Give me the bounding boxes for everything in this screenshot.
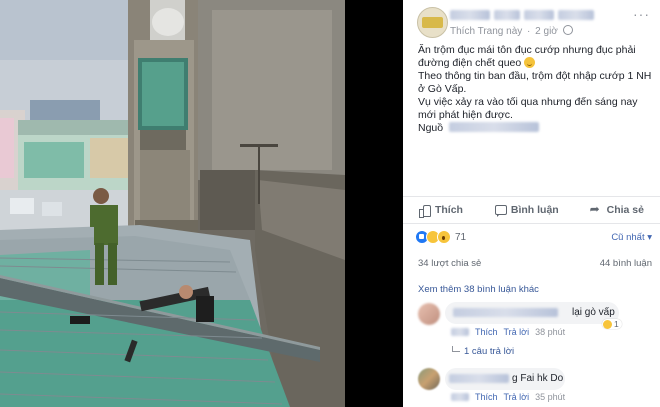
comment-bubble: lại gò vấp	[445, 302, 619, 324]
meta-dot: ·	[527, 26, 531, 37]
post-actions: Thích Bình luận Chia sẻ	[403, 196, 660, 224]
post-stats: 34 lượt chia sẻ 44 bình luận	[418, 258, 652, 269]
reply-arrow-icon	[452, 346, 460, 352]
commenter-name-blurred[interactable]	[449, 374, 509, 383]
like-page-link[interactable]: Thích Trang này	[450, 26, 522, 37]
share-button[interactable]: Chia sẻ	[590, 202, 644, 217]
view-more-comments-link[interactable]: Xem thêm 38 bình luận khác	[418, 284, 539, 295]
source-blurred	[449, 122, 540, 132]
comment-time[interactable]: 35 phút	[535, 392, 565, 402]
post-time[interactable]: 2 giờ	[535, 26, 558, 37]
post-photo[interactable]	[0, 0, 403, 407]
like-button[interactable]: Thích	[418, 204, 463, 218]
rooftop-scene-image	[0, 0, 403, 407]
comment-text: lại gò vấp	[572, 307, 615, 318]
thumbs-up-icon	[418, 204, 431, 218]
commenter-avatar[interactable]	[418, 368, 440, 390]
post-text-line-1: Ăn trộm đục mái tôn đục cướp nhưng đục p…	[418, 44, 636, 69]
comment-like-link[interactable]: Thích	[475, 392, 498, 402]
comment-like-link[interactable]: Thích	[475, 327, 498, 337]
haha-reaction-icon	[603, 319, 612, 329]
more-options-icon[interactable]: ···	[633, 6, 650, 22]
comment-reply-link[interactable]: Trả lời	[504, 327, 530, 337]
share-icon	[590, 202, 602, 216]
comment-meta: Thích Trả lời 35 phút	[451, 392, 565, 402]
comment-count[interactable]: 44 bình luận	[600, 258, 652, 269]
reactions-summary[interactable]: 71	[415, 230, 466, 244]
post-text-line-3: Vụ việc xảy ra vào tối qua nhưng đến sán…	[418, 96, 638, 121]
reaction-count: 71	[455, 231, 467, 243]
comment-text: g Fai hk Do	[512, 373, 564, 384]
smile-emoji-icon	[524, 57, 536, 68]
wow-reaction-icon	[437, 230, 451, 244]
page-avatar[interactable]	[417, 7, 448, 38]
globe-icon	[562, 25, 573, 35]
commenter-avatar[interactable]	[418, 303, 440, 325]
post-text-line-2: Theo thông tin ban đầu, trộm đột nhập cư…	[418, 70, 652, 95]
comment-reply-link[interactable]: Trả lời	[504, 392, 530, 402]
comment-meta: Thích Trả lời 38 phút	[451, 327, 565, 337]
post-source: Nguồ	[418, 122, 653, 135]
comment-time[interactable]: 38 phút	[535, 327, 565, 337]
post-meta: Thích Trang này · 2 giờ	[450, 25, 573, 37]
page-name-blurred[interactable]	[450, 10, 598, 22]
comment-reaction-badge[interactable]: 1	[602, 319, 622, 329]
commenter-name-blurred[interactable]	[453, 308, 558, 317]
comment-bubble: g Fai hk Do	[445, 368, 565, 390]
comment-sort-dropdown[interactable]: Cũ nhất ▾	[611, 232, 652, 243]
comment-icon	[494, 204, 507, 217]
comment-button[interactable]: Bình luận	[494, 204, 559, 217]
share-count[interactable]: 34 lượt chia sẻ	[418, 258, 481, 269]
post-panel: Thích Trang này · 2 giờ ··· Ăn trộm đục …	[403, 0, 660, 407]
view-replies-link[interactable]: 1 câu trả lời	[452, 346, 514, 357]
post-text: Ăn trộm đục mái tôn đục cướp nhưng đục p…	[418, 44, 653, 135]
